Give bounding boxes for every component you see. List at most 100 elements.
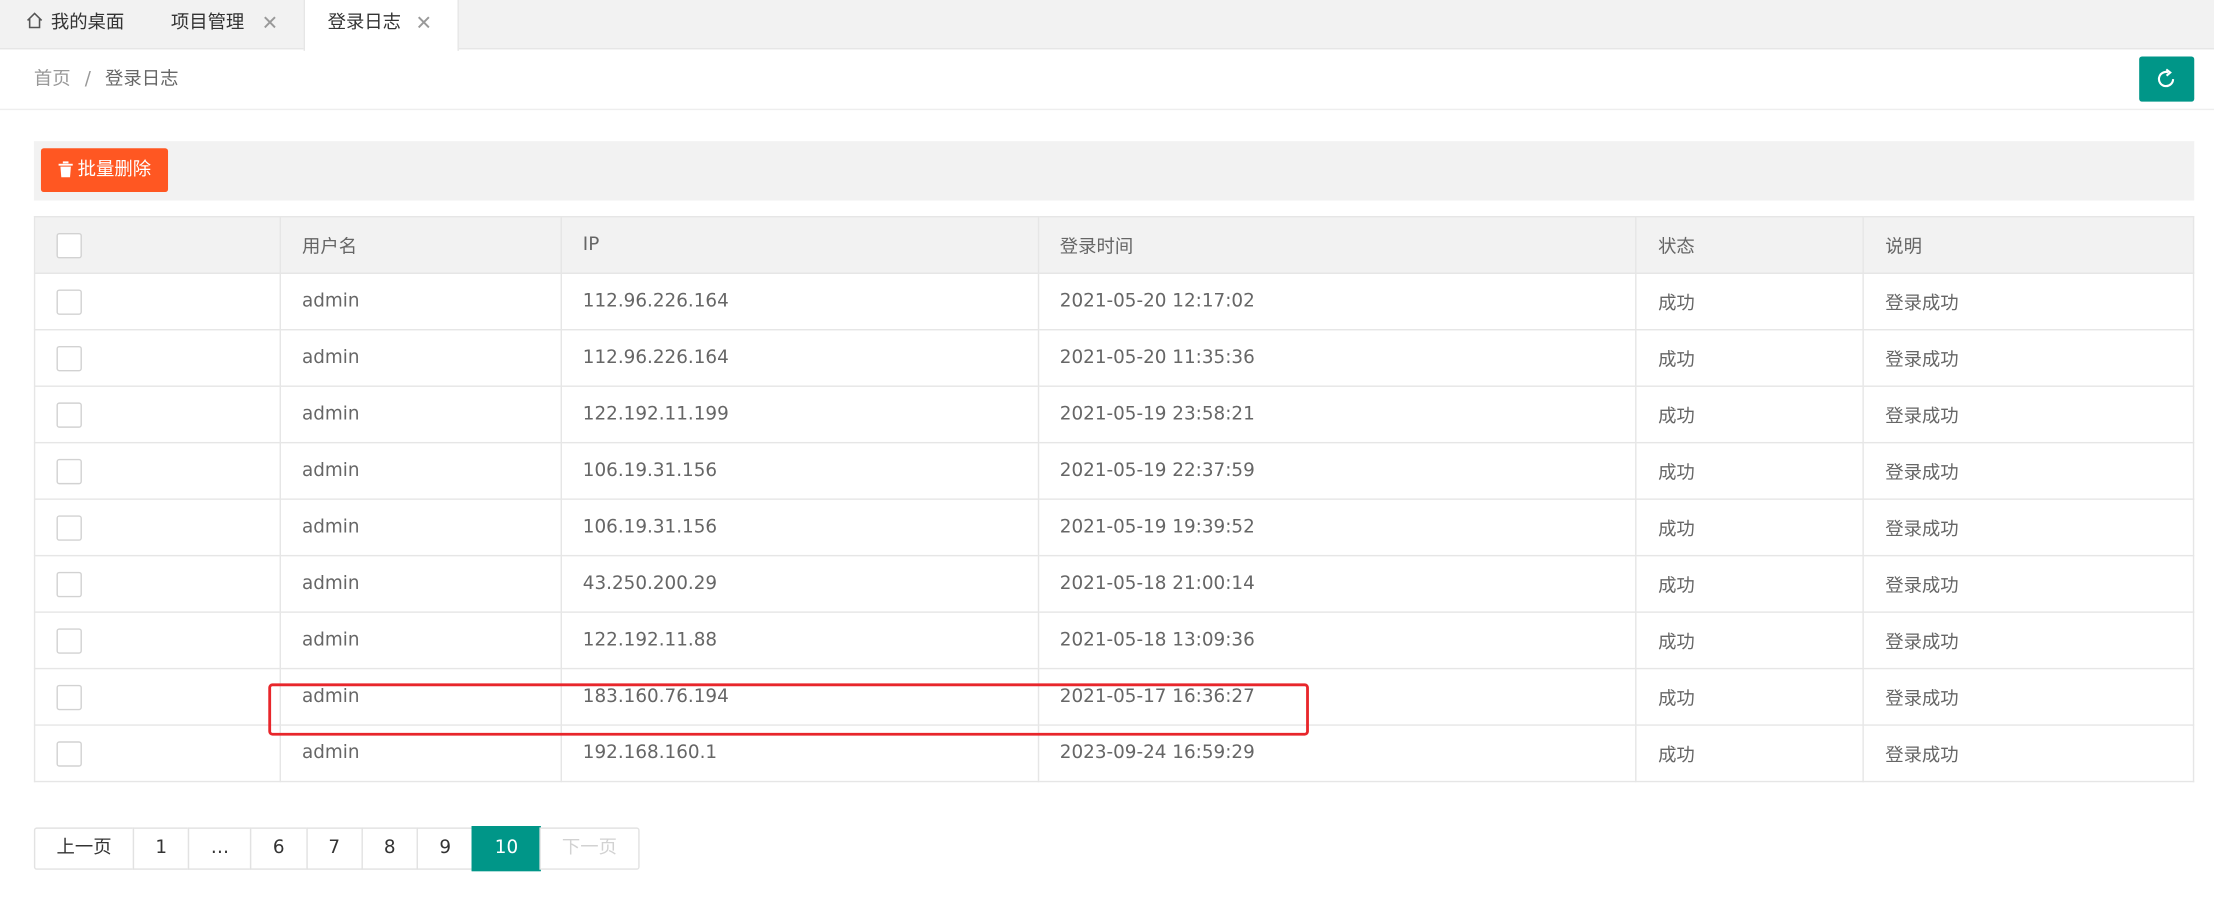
row-checkbox[interactable] — [56, 345, 82, 371]
pagination-current-page: 10 — [472, 826, 541, 872]
table-row[interactable]: admin 43.250.200.29 2021-05-18 21:00:14 … — [33, 554, 2195, 613]
cell-select — [33, 272, 281, 331]
pagination-page[interactable]: 9 — [416, 827, 474, 870]
cell-description: 登录成功 — [1862, 272, 2195, 331]
cell-select — [33, 498, 281, 557]
cell-select — [33, 611, 281, 670]
cell-username: admin — [279, 554, 562, 613]
tab-home[interactable]: 我的桌面 — [0, 0, 148, 49]
breadcrumb-bar: 首页 / 登录日志 — [0, 51, 2214, 111]
pagination-page[interactable]: 1 — [132, 827, 190, 870]
tab-bar: 我的桌面 项目管理 ✕ 登录日志 ✕ — [0, 0, 2214, 51]
pagination-next: 下一页 — [539, 827, 640, 870]
row-checkbox[interactable] — [56, 627, 82, 654]
row-checkbox[interactable] — [56, 288, 82, 315]
cell-description: 登录成功 — [1862, 554, 2195, 613]
cell-status: 成功 — [1635, 328, 1865, 387]
batch-delete-button[interactable]: 批量删除 — [40, 148, 169, 193]
cell-ip: 183.160.76.194 — [560, 667, 1039, 726]
row-checkbox[interactable] — [56, 458, 82, 484]
cell-ip: 112.96.226.164 — [560, 272, 1039, 331]
cell-login-time: 2021-05-19 23:58:21 — [1037, 385, 1637, 444]
refresh-icon — [2157, 68, 2175, 88]
cell-username: admin — [279, 441, 562, 500]
cell-username: admin — [279, 611, 562, 670]
cell-select — [33, 554, 281, 613]
table-row[interactable]: admin 192.168.160.1 2023-09-24 16:59:29 … — [33, 724, 2195, 783]
cell-description: 登录成功 — [1862, 667, 2195, 726]
cell-login-time: 2021-05-17 16:36:27 — [1037, 667, 1637, 726]
cell-description: 登录成功 — [1862, 328, 2195, 387]
cell-username: admin — [279, 385, 562, 444]
table-row[interactable]: admin 122.192.11.88 2021-05-18 13:09:36 … — [33, 611, 2195, 670]
close-icon[interactable]: ✕ — [262, 0, 279, 48]
tab-home-label: 我的桌面 — [50, 12, 125, 34]
cell-login-time: 2021-05-20 11:35:36 — [1037, 328, 1637, 387]
login-log-table: 用户名 IP 登录时间 状态 说明 admin 112.96.226.164 2… — [33, 216, 2195, 783]
cell-status: 成功 — [1635, 554, 1865, 613]
breadcrumb-current: 登录日志 — [105, 69, 179, 91]
table-row[interactable]: admin 122.192.11.199 2021-05-19 23:58:21… — [33, 385, 2195, 444]
header-description: 说明 — [1862, 216, 2195, 274]
header-username: 用户名 — [279, 216, 562, 274]
cell-username: admin — [279, 667, 562, 726]
cell-username: admin — [279, 498, 562, 557]
pagination-page[interactable]: 6 — [250, 827, 308, 870]
table-row[interactable]: admin 112.96.226.164 2021-05-20 11:35:36… — [33, 328, 2195, 387]
table-row[interactable]: admin 106.19.31.156 2021-05-19 22:37:59 … — [33, 441, 2195, 500]
cell-ip: 122.192.11.199 — [560, 385, 1039, 444]
cell-description: 登录成功 — [1862, 724, 2195, 783]
tab-project[interactable]: 项目管理 ✕ — [148, 0, 303, 49]
row-checkbox[interactable] — [56, 401, 82, 428]
cell-login-time: 2021-05-19 22:37:59 — [1037, 441, 1637, 500]
table-row[interactable]: admin 183.160.76.194 2021-05-17 16:36:27… — [33, 667, 2195, 726]
cell-description: 登录成功 — [1862, 498, 2195, 557]
close-icon[interactable]: ✕ — [416, 0, 433, 48]
breadcrumb: 首页 / 登录日志 — [34, 51, 179, 109]
toolbar: 批量删除 — [33, 141, 2195, 201]
header-login-time: 登录时间 — [1037, 216, 1637, 274]
row-checkbox[interactable] — [56, 514, 82, 541]
cell-select — [33, 328, 281, 387]
pagination-prev[interactable]: 上一页 — [33, 827, 135, 870]
row-checkbox[interactable] — [56, 571, 82, 597]
cell-login-time: 2021-05-19 19:39:52 — [1037, 498, 1637, 557]
breadcrumb-home[interactable]: 首页 — [34, 69, 71, 90]
cell-status: 成功 — [1635, 724, 1865, 783]
cell-login-time: 2021-05-18 21:00:14 — [1037, 554, 1637, 613]
select-all-checkbox[interactable] — [56, 232, 82, 258]
cell-description: 登录成功 — [1862, 385, 2195, 444]
row-checkbox[interactable] — [56, 740, 82, 767]
cell-username: admin — [279, 272, 562, 331]
cell-status: 成功 — [1635, 667, 1865, 726]
cell-status: 成功 — [1635, 611, 1865, 670]
row-checkbox[interactable] — [56, 684, 82, 710]
home-icon — [25, 1, 43, 49]
cell-login-time: 2021-05-20 12:17:02 — [1037, 272, 1637, 331]
table-header-row: 用户名 IP 登录时间 状态 说明 — [33, 216, 2195, 274]
cell-description: 登录成功 — [1862, 611, 2195, 670]
tab-project-label: 项目管理 — [170, 12, 245, 34]
tab-login-log[interactable]: 登录日志 ✕ — [303, 0, 459, 51]
cell-username: admin — [279, 724, 562, 783]
batch-delete-label: 批量删除 — [77, 159, 152, 181]
pagination-page[interactable]: 7 — [305, 827, 363, 870]
cell-ip: 112.96.226.164 — [560, 328, 1039, 387]
cell-login-time: 2021-05-18 13:09:36 — [1037, 611, 1637, 670]
cell-ip: 192.168.160.1 — [560, 724, 1039, 783]
cell-select — [33, 441, 281, 500]
page: 我的桌面 项目管理 ✕ 登录日志 ✕ 首页 / 登录日志 批量删除 用户名 IP… — [0, 0, 2214, 898]
cell-select — [33, 724, 281, 783]
refresh-button[interactable] — [2139, 56, 2195, 102]
header-ip: IP — [560, 216, 1039, 274]
cell-login-time: 2023-09-24 16:59:29 — [1037, 724, 1637, 783]
cell-status: 成功 — [1635, 272, 1865, 331]
table-row[interactable]: admin 106.19.31.156 2021-05-19 19:39:52 … — [33, 498, 2195, 557]
cell-ip: 106.19.31.156 — [560, 498, 1039, 557]
cell-description: 登录成功 — [1862, 441, 2195, 500]
cell-select — [33, 385, 281, 444]
cell-ip: 106.19.31.156 — [560, 441, 1039, 500]
table-row[interactable]: admin 112.96.226.164 2021-05-20 12:17:02… — [33, 272, 2195, 331]
tab-login-log-label: 登录日志 — [327, 12, 402, 34]
pagination-page[interactable]: 8 — [361, 827, 419, 870]
